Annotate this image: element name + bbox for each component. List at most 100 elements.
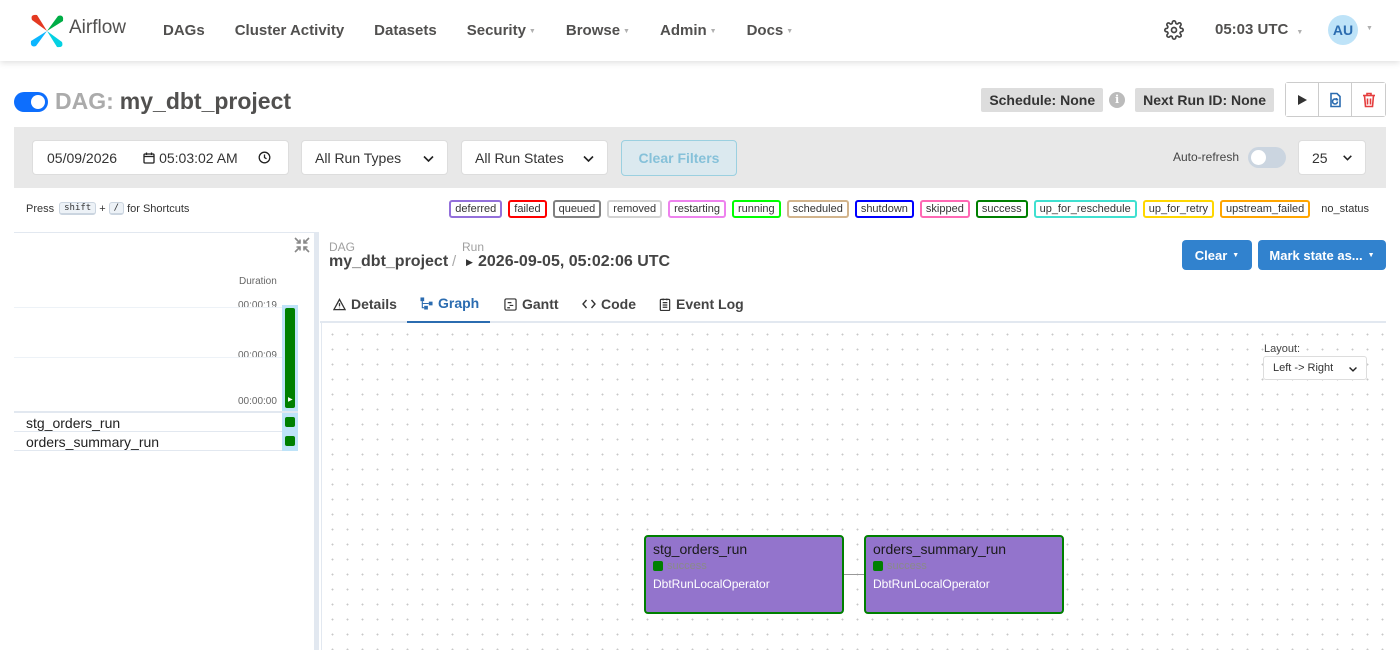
tab-details[interactable]: Details — [333, 285, 397, 323]
utc-time-label: 05:03 UTC — [1215, 21, 1289, 38]
node-status: success — [653, 560, 707, 572]
auto-refresh-toggle[interactable] — [1248, 147, 1286, 168]
mark-state-button[interactable]: Mark state as... ▼ — [1258, 240, 1386, 270]
caret-down-icon: ▼ — [623, 28, 630, 35]
caret-down-icon: ▼ — [786, 28, 794, 35]
nav-datasets-label: Datasets — [374, 22, 437, 39]
nav-dags[interactable]: DAGs — [163, 22, 205, 39]
legend-scheduled[interactable]: scheduled — [786, 200, 849, 218]
gridline — [14, 357, 282, 358]
task-row[interactable]: orders_summary_run — [14, 432, 298, 451]
duration-tick: 00:00:19 — [238, 300, 277, 311]
nav-admin-label: Admin — [659, 22, 707, 39]
run-duration-bar[interactable] — [285, 308, 295, 408]
nav-dags-label: DAGs — [163, 22, 205, 39]
num-runs-select[interactable]: 25 — [1298, 140, 1366, 175]
legend-removed[interactable]: removed — [607, 200, 663, 218]
breadcrumb-dag-label: DAG — [329, 240, 356, 254]
run-state-select[interactable]: All Run States — [461, 140, 608, 175]
grid-panel: Duration 00:00:19 00:00:09 00:00:00 ▶ st… — [14, 232, 314, 650]
clock-icon[interactable] — [258, 151, 271, 164]
task-row[interactable]: stg_orders_run — [14, 413, 298, 432]
nav-docs[interactable]: Docs ▼ — [747, 22, 794, 39]
tab-gantt[interactable]: Gantt — [504, 285, 559, 323]
schedule-badge: Schedule: None — [981, 87, 1104, 112]
nav-menu: DAGs Cluster Activity Datasets Security ▼… — [163, 22, 823, 39]
dag-id[interactable]: my_dbt_project — [120, 88, 291, 115]
tab-code[interactable]: Code — [582, 285, 636, 323]
layout-label: Layout: — [1264, 343, 1301, 355]
auto-refresh-label: Auto-refresh — [1173, 150, 1240, 164]
shortcut-press-text: Press — [26, 202, 55, 215]
collapse-icon[interactable] — [294, 237, 310, 253]
nav-security[interactable]: Security ▼ — [467, 22, 536, 39]
legend-up-for-retry[interactable]: up_for_retry — [1142, 200, 1215, 218]
calendar-icon[interactable] — [143, 152, 155, 164]
clear-task-button[interactable]: Clear ▼ — [1182, 240, 1252, 270]
tab-graph[interactable]: Graph — [407, 285, 490, 323]
dag-pause-toggle[interactable] — [14, 91, 48, 112]
task-node[interactable]: orders_summary_run success DbtRunLocalOp… — [864, 535, 1064, 614]
caret-down-icon: ▼ — [1296, 29, 1304, 36]
brand-link[interactable]: Airflow — [28, 12, 163, 50]
nav-browse[interactable]: Browse ▼ — [566, 22, 630, 39]
user-avatar[interactable]: AU — [1328, 15, 1358, 45]
node-status: success — [873, 560, 927, 572]
breadcrumb-dag-link[interactable]: my_dbt_project — [329, 253, 448, 271]
base-date-input[interactable]: 05/09/2026 05:03:02 AM — [32, 140, 289, 175]
tab-gantt-label: Gantt — [522, 296, 559, 312]
caret-down-icon: ▼ — [709, 28, 717, 35]
task-node[interactable]: stg_orders_run success DbtRunLocalOperat… — [644, 535, 844, 614]
legend-skipped[interactable]: skipped — [919, 200, 970, 218]
task-instance-cell[interactable] — [282, 413, 298, 432]
task-instance-cell[interactable] — [282, 432, 298, 451]
time-value: 05:03:02 AM — [159, 149, 238, 166]
log-icon — [659, 297, 671, 311]
breadcrumb-run-label: Run — [462, 240, 485, 254]
legend-failed[interactable]: failed — [508, 200, 547, 218]
warning-icon — [333, 297, 346, 310]
trigger-dag-button[interactable] — [1286, 83, 1319, 116]
graph-canvas[interactable]: Layout: Left -> Right stg_orders_run suc… — [321, 323, 1386, 650]
legend-up-for-reschedule[interactable]: up_for_reschedule — [1033, 200, 1137, 218]
graph-icon — [420, 296, 433, 310]
legend-upstream-failed[interactable]: upstream_failed — [1220, 200, 1311, 218]
brand-name: Airflow — [69, 16, 127, 38]
chevron-down-icon — [1349, 366, 1357, 372]
breadcrumb-run-link[interactable]: 2026-09-05, 05:02:06 UTC — [478, 253, 670, 271]
nav-cluster-activity[interactable]: Cluster Activity — [235, 22, 344, 39]
parse-dag-button[interactable] — [1319, 83, 1352, 116]
kbd-shift: shift — [59, 202, 97, 215]
clear-filters-button[interactable]: Clear Filters — [621, 140, 737, 176]
run-type-select[interactable]: All Run Types — [301, 140, 448, 175]
legend-shutdown[interactable]: shutdown — [854, 200, 914, 218]
nav-datasets[interactable]: Datasets — [374, 22, 437, 39]
layout-select[interactable]: Left -> Right — [1263, 356, 1367, 380]
dag-label: DAG: — [55, 88, 114, 114]
task-name[interactable]: stg_orders_run — [26, 415, 120, 431]
gear-icon[interactable] — [1164, 20, 1184, 40]
nav-cluster-activity-label: Cluster Activity — [234, 22, 345, 39]
success-square — [653, 561, 663, 571]
delete-dag-button[interactable] — [1352, 83, 1385, 116]
tab-event-log[interactable]: Event Log — [659, 285, 744, 323]
legend-queued[interactable]: queued — [552, 200, 602, 218]
task-name[interactable]: orders_summary_run — [26, 434, 159, 450]
panel-resize-handle[interactable] — [314, 232, 319, 650]
success-square — [285, 436, 295, 446]
legend-restarting[interactable]: restarting — [668, 200, 726, 218]
nav-admin[interactable]: Admin ▼ — [660, 22, 717, 39]
gantt-icon — [504, 297, 517, 311]
gridline — [14, 307, 282, 308]
node-status-label: success — [667, 560, 707, 572]
legend-success[interactable]: success — [975, 200, 1028, 218]
info-icon[interactable]: i — [1109, 91, 1126, 108]
tab-event-log-label: Event Log — [676, 296, 744, 312]
duration-label: Duration — [239, 276, 277, 287]
legend-no-status[interactable]: no_status — [1321, 203, 1369, 215]
trash-icon — [1362, 92, 1375, 107]
legend-deferred[interactable]: deferred — [449, 200, 503, 218]
legend-running[interactable]: running — [731, 200, 781, 218]
utc-time-menu[interactable]: 05:03 UTC ▼ — [1215, 21, 1303, 38]
detail-tabs: Details Graph Gantt Code Event Log — [320, 285, 1386, 323]
